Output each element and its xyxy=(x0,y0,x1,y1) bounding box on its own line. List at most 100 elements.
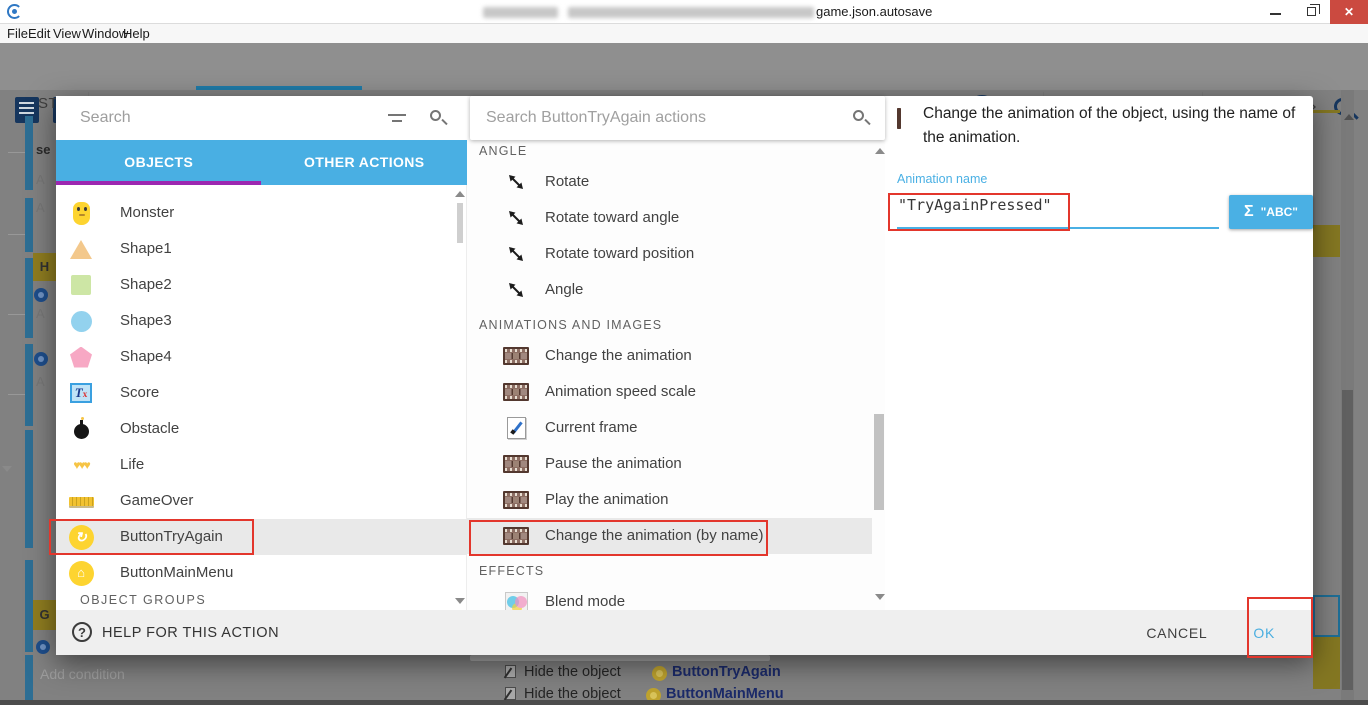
expression-editor-button[interactable]: Σ "ABC" xyxy=(1229,195,1313,229)
filter-icon[interactable] xyxy=(388,114,406,116)
event-action-text[interactable]: Hide the object xyxy=(524,664,621,680)
event-text-fragment: A xyxy=(36,172,45,187)
object-search-input[interactable] xyxy=(80,104,370,132)
film-icon xyxy=(503,379,529,405)
condition-icon xyxy=(36,640,50,654)
scroll-up-icon[interactable] xyxy=(875,148,885,154)
hearts-sprite-icon: ♥♥♥ xyxy=(68,452,94,478)
action-row-change-animation[interactable]: Change the animation xyxy=(467,338,872,374)
help-icon[interactable]: ? xyxy=(72,622,92,642)
tree-guide xyxy=(8,234,26,235)
window-title: game.json.autosave xyxy=(816,4,932,19)
object-label: Obstacle xyxy=(120,420,179,437)
actions-scrollbar-thumb[interactable] xyxy=(874,414,884,510)
help-link[interactable]: HELP FOR THIS ACTION xyxy=(102,625,279,641)
film-icon xyxy=(503,487,529,513)
comment-block xyxy=(1313,637,1340,689)
search-icon[interactable] xyxy=(430,110,441,121)
add-condition-link[interactable]: Add condition xyxy=(40,666,125,682)
selected-event-outline xyxy=(1313,595,1340,637)
object-row-shape4[interactable]: Shape4 xyxy=(56,339,452,375)
event-text-fragment: A xyxy=(36,306,45,321)
close-button[interactable]: ✕ xyxy=(1330,0,1368,24)
menu-edit[interactable]: Edit xyxy=(28,26,50,41)
film-icon xyxy=(503,451,529,477)
monster-sprite-icon xyxy=(68,200,94,226)
home-button-icon: ⌂ xyxy=(68,560,94,586)
object-label: Shape4 xyxy=(120,348,172,365)
action-row-animation-speed[interactable]: Animation speed scale xyxy=(467,374,872,410)
abc-label: "ABC" xyxy=(1261,205,1298,219)
sigma-icon: Σ xyxy=(1244,203,1254,221)
rotate-arrow-icon xyxy=(503,241,529,267)
section-header-animations: ANIMATIONS AND IMAGES xyxy=(479,318,662,332)
object-row-obstacle[interactable]: Obstacle xyxy=(56,411,452,447)
action-row-rotate[interactable]: Rotate xyxy=(467,164,872,200)
rotate-arrow-icon xyxy=(503,169,529,195)
scroll-down-icon[interactable] xyxy=(455,598,465,604)
tab-other-actions[interactable]: OTHER ACTIONS xyxy=(262,140,468,185)
action-label: Current frame xyxy=(545,419,638,436)
object-row-life[interactable]: ♥♥♥ Life xyxy=(56,447,452,483)
action-row-play-animation[interactable]: Play the animation xyxy=(467,482,872,518)
parameters-panel: Change the animation of the object, usin… xyxy=(885,96,1313,610)
text-object-icon: Tx xyxy=(68,380,94,406)
menu-view[interactable]: View xyxy=(53,26,81,41)
condition-icon xyxy=(34,352,48,366)
film-icon xyxy=(897,110,901,128)
events-scrollbar-thumb[interactable] xyxy=(1342,390,1353,690)
rotate-arrow-icon xyxy=(503,205,529,231)
scroll-down-icon[interactable] xyxy=(875,594,885,600)
restore-button[interactable] xyxy=(1294,0,1330,24)
action-row-rotate-toward-angle[interactable]: Rotate toward angle xyxy=(467,200,872,236)
redacted-title-text xyxy=(483,7,558,18)
object-thumbnail-icon xyxy=(652,666,667,681)
search-icon[interactable] xyxy=(853,110,864,121)
action-row-current-frame[interactable]: Current frame xyxy=(467,410,872,446)
event-indent-bar xyxy=(25,116,33,190)
action-edit-icon xyxy=(505,687,516,700)
restore-icon xyxy=(1307,7,1316,16)
menu-window[interactable]: Window xyxy=(82,26,128,41)
event-indent-bar xyxy=(25,560,33,652)
section-header-angle: ANGLE xyxy=(479,144,527,158)
menu-file[interactable]: File xyxy=(7,26,28,41)
bottom-border xyxy=(0,700,1368,705)
action-row-rotate-toward-position[interactable]: Rotate toward position xyxy=(467,236,872,272)
animation-name-label: Animation name xyxy=(897,172,987,186)
object-label: Monster xyxy=(120,204,174,221)
action-search-card xyxy=(470,96,885,140)
menu-help[interactable]: Help xyxy=(123,26,150,41)
object-row-gameover[interactable]: GameOver xyxy=(56,483,452,519)
event-indent-bar xyxy=(25,258,33,338)
scroll-up-icon[interactable] xyxy=(1344,114,1354,120)
object-tabs: OBJECTS OTHER ACTIONS xyxy=(56,140,467,185)
object-row-buttonmainmenu[interactable]: ⌂ ButtonMainMenu xyxy=(56,555,452,591)
object-row-shape3[interactable]: Shape3 xyxy=(56,303,452,339)
action-label: Rotate toward position xyxy=(545,245,694,262)
tree-guide xyxy=(8,394,26,395)
event-indent-bar xyxy=(25,198,33,252)
scroll-up-icon[interactable] xyxy=(455,191,465,197)
action-row-angle[interactable]: Angle xyxy=(467,272,872,308)
action-row-pause-animation[interactable]: Pause the animation xyxy=(467,446,872,482)
event-indent-bar xyxy=(25,344,33,426)
action-search-input[interactable] xyxy=(486,104,826,132)
tab-objects[interactable]: OBJECTS xyxy=(56,140,262,185)
action-label: Blend mode xyxy=(545,593,625,610)
pentagon-sprite-icon xyxy=(68,344,94,370)
active-tab-indicator xyxy=(196,86,362,90)
minimize-button[interactable] xyxy=(1258,0,1294,24)
object-row-shape2[interactable]: Shape2 xyxy=(56,267,452,303)
minimize-icon xyxy=(1270,13,1281,15)
event-object-name[interactable]: ButtonTryAgain xyxy=(672,664,781,680)
objects-scrollbar-thumb[interactable] xyxy=(457,203,463,243)
event-text-fragment: A xyxy=(36,374,45,389)
object-label: Shape2 xyxy=(120,276,172,293)
action-label: Rotate toward angle xyxy=(545,209,679,226)
object-row-shape1[interactable]: Shape1 xyxy=(56,231,452,267)
object-row-score[interactable]: Tx Score xyxy=(56,375,452,411)
cancel-button[interactable]: CANCEL xyxy=(1146,625,1207,641)
object-row-monster[interactable]: Monster xyxy=(56,195,452,231)
annotation-box-change-animation-by-name xyxy=(469,520,768,556)
